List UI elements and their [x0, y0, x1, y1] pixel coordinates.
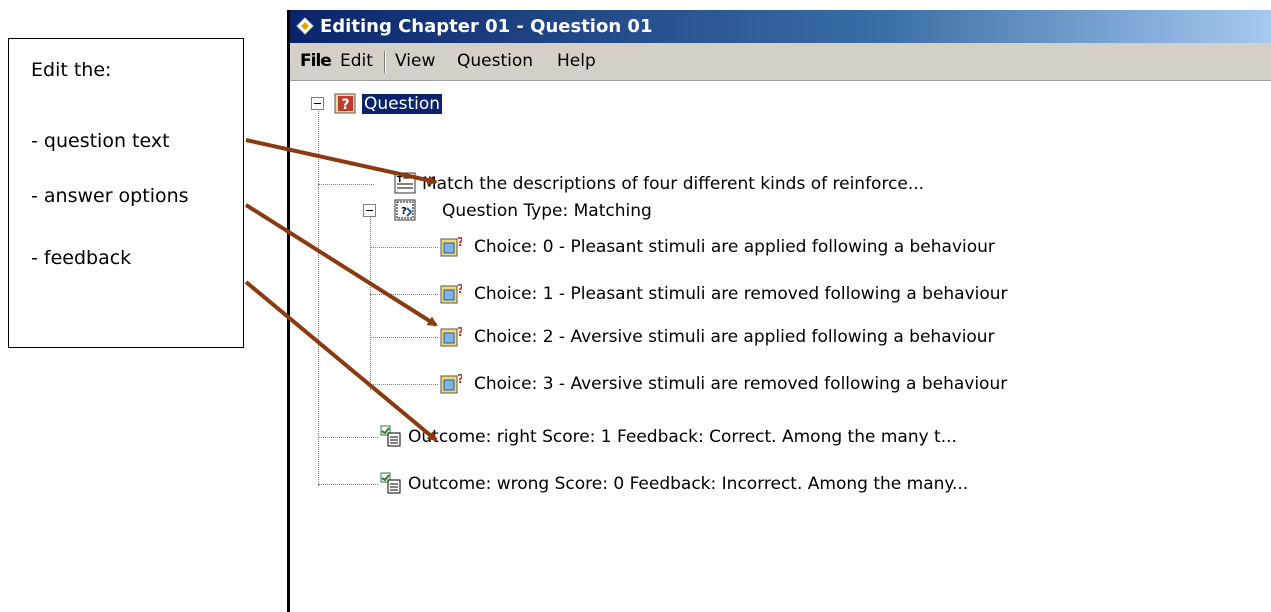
- tree-node-choice-3[interactable]: ? Choice: 3 - Aversive stimuli are remov…: [440, 370, 1140, 398]
- tree-label-choice-3: Choice: 3 - Aversive stimuli are removed…: [474, 374, 1008, 394]
- choice-icon: ?: [440, 282, 462, 304]
- tree-label-choice-2: Choice: 2 - Aversive stimuli are applied…: [474, 327, 995, 347]
- collapse-root-button[interactable]: [311, 97, 324, 110]
- tree-connector: [370, 337, 438, 338]
- tree-label-question-type: Question Type: Matching: [442, 201, 652, 221]
- tree-connector: [318, 484, 378, 485]
- svg-text:?: ?: [457, 372, 462, 386]
- tree-node-question-text[interactable]: T Match the descriptions of four differe…: [394, 170, 1094, 198]
- question-type-icon: ?: [394, 199, 416, 221]
- tree-label-outcome-right: Outcome: right Score: 1 Feedback: Correc…: [408, 427, 957, 447]
- tree-node-question-type[interactable]: ? Question Type: Matching: [394, 197, 794, 225]
- menu-bar: File Edit View Question Help: [290, 43, 1271, 81]
- tree-connector: [318, 102, 319, 486]
- menu-separator: [384, 51, 386, 73]
- svg-text:T: T: [397, 175, 403, 184]
- tree-node-question[interactable]: ? Question: [334, 90, 534, 118]
- tree-connector: [318, 184, 374, 185]
- menu-view[interactable]: View: [395, 51, 435, 71]
- tree-label-question: Question: [362, 94, 443, 114]
- tree-connector: [370, 210, 371, 390]
- collapse-question-type-button[interactable]: [363, 204, 376, 217]
- window-title: Editing Chapter 01 - Question 01: [320, 16, 653, 37]
- tree-connector: [370, 384, 438, 385]
- tree-connector: [370, 247, 438, 248]
- tree-label-question-text: Match the descriptions of four different…: [422, 174, 925, 194]
- callout-item-question-text: - question text: [31, 130, 170, 152]
- choice-icon: ?: [440, 235, 462, 257]
- tree-label-outcome-wrong: Outcome: wrong Score: 0 Feedback: Incorr…: [408, 474, 969, 494]
- tree-node-outcome-right[interactable]: Outcome: right Score: 1 Feedback: Correc…: [380, 423, 1140, 451]
- choice-icon: ?: [440, 372, 462, 394]
- tree-label-choice-0: Choice: 0 - Pleasant stimuli are applied…: [474, 237, 995, 257]
- tree-node-choice-2[interactable]: ? Choice: 2 - Aversive stimuli are appli…: [440, 323, 1140, 351]
- tree-connector: [318, 437, 378, 438]
- menu-edit[interactable]: Edit: [340, 51, 373, 71]
- svg-text:?: ?: [401, 206, 407, 217]
- svg-text:?: ?: [457, 325, 462, 339]
- callout-box: Edit the: - question text - answer optio…: [8, 38, 244, 348]
- menu-file[interactable]: File: [300, 51, 332, 71]
- outcome-icon: [380, 472, 401, 494]
- menu-question[interactable]: Question: [457, 51, 533, 71]
- choice-icon: ?: [440, 325, 462, 347]
- callout-item-feedback: - feedback: [31, 247, 132, 269]
- menu-help[interactable]: Help: [557, 51, 596, 71]
- outcome-icon: [380, 425, 401, 447]
- question-mark-icon: ?: [334, 93, 356, 114]
- callout-heading: Edit the:: [31, 59, 112, 81]
- svg-text:?: ?: [341, 97, 349, 113]
- svg-text:?: ?: [457, 235, 462, 249]
- title-bar[interactable]: Editing Chapter 01 - Question 01: [290, 10, 1271, 43]
- svg-text:?: ?: [457, 282, 462, 296]
- callout-item-answer-options: - answer options: [31, 185, 189, 207]
- text-lines-icon: T: [394, 172, 416, 194]
- tree-node-outcome-wrong[interactable]: Outcome: wrong Score: 0 Feedback: Incorr…: [380, 470, 1140, 498]
- diamond-app-icon: [296, 17, 314, 35]
- tree-connector: [370, 294, 438, 295]
- editor-window: Editing Chapter 01 - Question 01 File Ed…: [287, 10, 1271, 612]
- tree-label-choice-1: Choice: 1 - Pleasant stimuli are removed…: [474, 284, 1008, 304]
- tree-node-choice-0[interactable]: ? Choice: 0 - Pleasant stimuli are appli…: [440, 233, 1140, 261]
- tree-node-choice-1[interactable]: ? Choice: 1 - Pleasant stimuli are remov…: [440, 280, 1140, 308]
